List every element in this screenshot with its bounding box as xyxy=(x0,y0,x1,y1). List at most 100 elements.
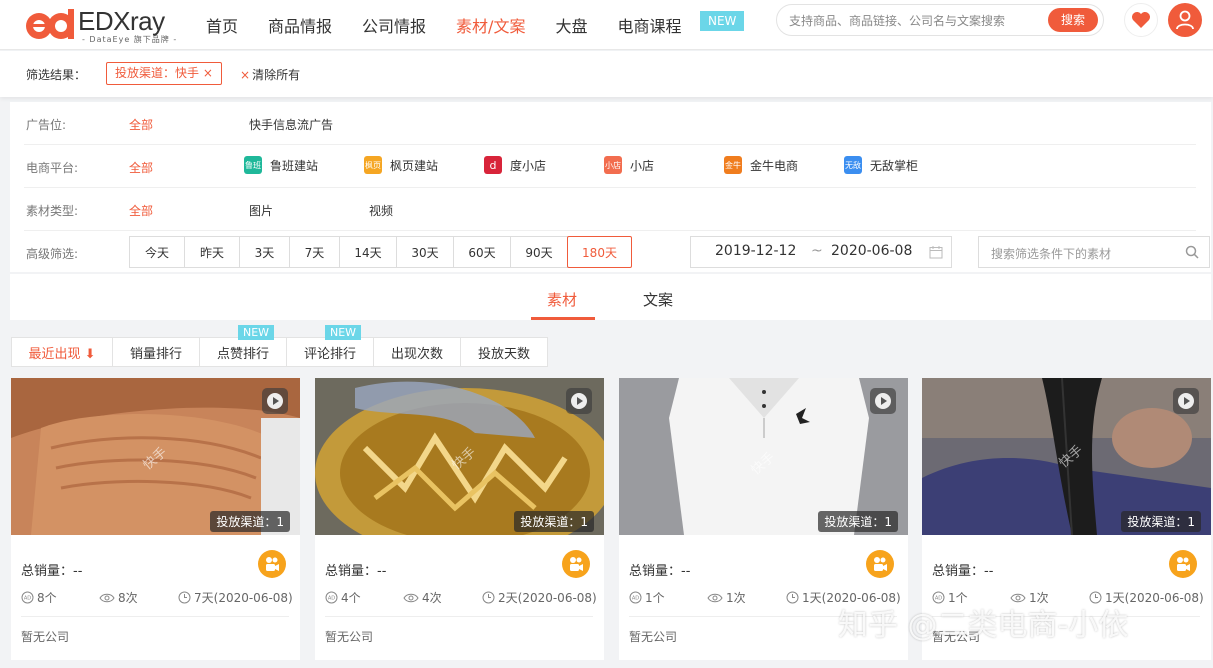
material-card[interactable]: 快手 投放渠道：1 总销量：-- AD 8个 8次 7天(2020-06-08) … xyxy=(11,378,300,660)
day-option-yesterday[interactable]: 昨天 xyxy=(184,236,240,268)
play-button[interactable] xyxy=(566,388,592,414)
day-option-30[interactable]: 30天 xyxy=(396,236,454,268)
user-icon xyxy=(1176,10,1194,30)
nav-home[interactable]: 首页 xyxy=(206,13,238,37)
channel-filter-tag[interactable]: 投放渠道：快手 × xyxy=(106,62,222,85)
filter-label: 素材类型: xyxy=(26,204,79,218)
ad-days: 2天(2020-06-08) xyxy=(482,589,597,606)
material-search-placeholder[interactable]: 搜索筛选条件下的素材 xyxy=(991,245,1111,262)
day-option-3[interactable]: 3天 xyxy=(239,236,290,268)
ed-logo-mark xyxy=(26,9,74,39)
edxray-logo[interactable]: EDXray - DataEye 旗下品牌 - xyxy=(24,4,184,46)
material-card[interactable]: 快手 投放渠道：1 总销量：-- AD 4个 4次 2天(2020-06-08) … xyxy=(315,378,604,660)
sort-sales[interactable]: 销量排行 xyxy=(112,337,200,367)
video-thumbnail[interactable]: 快手 投放渠道：1 xyxy=(11,378,300,535)
filter-option-all[interactable]: 全部 xyxy=(129,202,153,219)
platform-option-wudi[interactable]: 无敌 无敌掌柜 xyxy=(844,156,918,174)
new-badge: NEW xyxy=(325,325,362,340)
play-button[interactable] xyxy=(262,388,288,414)
sort-comments[interactable]: NEW 评论排行 xyxy=(286,325,374,367)
sort-likes[interactable]: NEW 点赞排行 xyxy=(199,325,287,367)
day-option-180[interactable]: 180天 xyxy=(567,236,632,268)
filter-option[interactable]: 快手信息流广告 xyxy=(249,116,333,133)
new-badge: NEW xyxy=(700,11,745,31)
filter-option-image[interactable]: 图片 xyxy=(249,202,273,219)
filter-option-video[interactable]: 视频 xyxy=(369,202,393,219)
channel-count-badge: 投放渠道：1 xyxy=(210,511,290,532)
clock-icon xyxy=(482,591,495,604)
day-option-90[interactable]: 90天 xyxy=(510,236,568,268)
video-thumbnail[interactable]: 快手 投放渠道：1 xyxy=(922,378,1211,535)
filter-result-bar: 筛选结果： 投放渠道：快手 × × 清除所有 xyxy=(0,51,1213,97)
sort-label: 评论排行 xyxy=(303,346,356,362)
card-stats: AD 8个 8次 7天(2020-06-08) xyxy=(21,589,293,607)
filter-label: 电商平台: xyxy=(26,161,79,175)
view-count-value: 8次 xyxy=(118,591,138,605)
platform-option-jinniu[interactable]: 金牛 金牛电商 xyxy=(724,156,798,174)
channel-count-badge: 投放渠道：1 xyxy=(1121,511,1201,532)
sort-appearances[interactable]: 出现次数 xyxy=(373,337,461,367)
platform-option-fengye[interactable]: 枫页 枫页建站 xyxy=(364,156,438,174)
eye-icon xyxy=(707,593,723,602)
sort-label: 投放天数 xyxy=(477,346,530,362)
filter-row-platform: 电商平台: 全部 鲁班 鲁班建站 枫页 枫页建站 d 度小店 小店 小店 金牛 金牛电商 … xyxy=(24,145,1196,188)
video-thumbnail[interactable]: 快手 投放渠道：1 xyxy=(619,378,908,535)
material-search-input[interactable]: 搜索筛选条件下的素材 xyxy=(978,236,1210,268)
nav-product-intel[interactable]: 商品情报 xyxy=(268,13,332,37)
nav-ecommerce-course[interactable]: 电商课程 xyxy=(617,13,681,37)
play-button[interactable] xyxy=(870,388,896,414)
sales-label: 总销量： xyxy=(932,564,985,579)
date-range-picker[interactable]: 2019-12-12 ~ 2020-06-08 xyxy=(690,236,952,268)
sales-value: -- xyxy=(984,564,994,579)
platform-option-duxiaodian[interactable]: d 度小店 xyxy=(484,156,546,174)
play-icon xyxy=(571,393,587,409)
company-name[interactable]: 暂无公司 xyxy=(325,628,373,645)
search-placeholder[interactable]: 支持商品、商品链接、公司名与文案搜索 xyxy=(789,12,1005,29)
global-search[interactable]: 支持商品、商品链接、公司名与文案搜索 搜索 xyxy=(776,4,1104,36)
user-avatar-button[interactable] xyxy=(1168,3,1202,37)
sales-value: -- xyxy=(73,564,83,579)
search-icon[interactable] xyxy=(1185,245,1199,259)
day-option-14[interactable]: 14天 xyxy=(339,236,397,268)
kuaishou-icon xyxy=(258,550,286,578)
clear-all-button[interactable]: × 清除所有 xyxy=(240,66,300,83)
video-thumbnail[interactable]: 快手 投放渠道：1 xyxy=(315,378,604,535)
favorites-button[interactable] xyxy=(1124,3,1158,37)
sort-label: 销量排行 xyxy=(129,346,182,362)
sales-label: 总销量： xyxy=(325,564,378,579)
search-button[interactable]: 搜索 xyxy=(1048,8,1098,32)
sort-recent[interactable]: 最近出现 ⬇ xyxy=(11,337,113,367)
sort-ad-days[interactable]: 投放天数 xyxy=(460,337,548,367)
day-option-today[interactable]: 今天 xyxy=(129,236,185,268)
platform-name: 枫页建站 xyxy=(390,158,439,173)
tab-copy[interactable]: 文案 xyxy=(643,289,673,310)
platform-option-xiaodian[interactable]: 小店 小店 xyxy=(604,156,654,174)
platform-option-luban[interactable]: 鲁班 鲁班建站 xyxy=(244,156,318,174)
calendar-icon[interactable] xyxy=(929,245,943,259)
nav-market[interactable]: 大盘 xyxy=(555,13,587,37)
day-option-7[interactable]: 7天 xyxy=(289,236,340,268)
filter-option-all[interactable]: 全部 xyxy=(129,116,153,133)
card-divider xyxy=(325,616,593,617)
ad-count-value: 8个 xyxy=(37,591,57,605)
day-option-60[interactable]: 60天 xyxy=(453,236,511,268)
sales-label: 总销量： xyxy=(21,564,74,579)
date-end[interactable]: 2020-06-08 xyxy=(831,243,912,259)
nav-material-copy[interactable]: 素材/文案 xyxy=(456,13,525,37)
total-sales: 总销量：-- xyxy=(325,560,386,579)
view-count: 4次 xyxy=(403,589,442,606)
play-button[interactable] xyxy=(1173,388,1199,414)
date-start[interactable]: 2019-12-12 xyxy=(715,243,796,259)
company-name[interactable]: 暂无公司 xyxy=(629,628,677,645)
ad-count: AD 1个 xyxy=(629,589,665,606)
sort-label: 出现次数 xyxy=(390,346,443,362)
company-name[interactable]: 暂无公司 xyxy=(21,628,69,645)
tab-material[interactable]: 素材 xyxy=(547,289,577,310)
view-count: 1次 xyxy=(707,589,746,606)
date-separator: ~ xyxy=(811,243,823,259)
filter-option-all[interactable]: 全部 xyxy=(129,159,153,176)
ad-days-value: 7天(2020-06-08) xyxy=(194,591,293,605)
nav-company-intel[interactable]: 公司情报 xyxy=(362,13,426,37)
top-navigation-bar: EDXray - DataEye 旗下品牌 - 首页 商品情报 公司情报 素材/… xyxy=(0,0,1213,50)
view-count-value: 1次 xyxy=(726,591,746,605)
